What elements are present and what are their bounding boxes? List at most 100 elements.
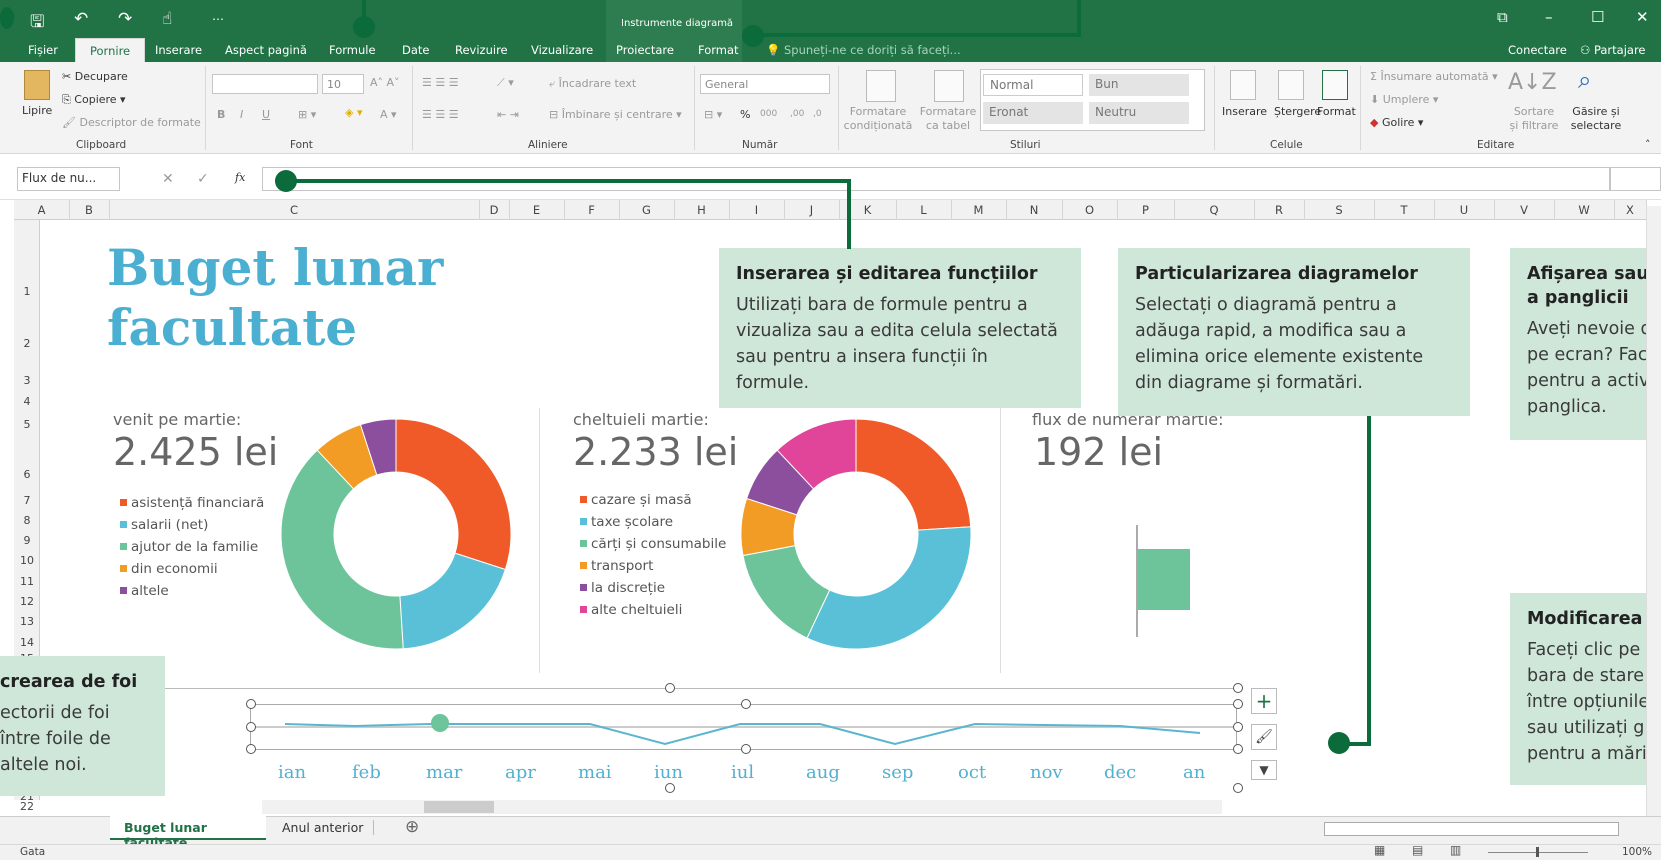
column-header[interactable]: O: [1075, 203, 1105, 217]
align-top-icon[interactable]: ☰ ☰ ☰: [422, 76, 459, 89]
row-header[interactable]: 12: [14, 595, 40, 608]
resize-handle[interactable]: [1233, 722, 1243, 732]
save-icon[interactable]: 🖫: [30, 9, 44, 38]
name-box[interactable]: Flux de nu...: [17, 167, 120, 191]
expenses-donut-chart[interactable]: [740, 418, 972, 650]
insert-cells-button[interactable]: Inserare: [1222, 105, 1267, 118]
resize-handle[interactable]: [246, 699, 256, 709]
comma-button[interactable]: 000: [760, 109, 777, 119]
view-normal-icon[interactable]: ▦: [1374, 843, 1385, 857]
number-format-combo[interactable]: General: [700, 74, 830, 94]
style-bad[interactable]: Eronat: [983, 102, 1083, 124]
wrap-text-button[interactable]: ⤶ Încadrare text: [549, 77, 636, 91]
tab-file[interactable]: Fișier: [28, 43, 58, 57]
decrease-decimal-button[interactable]: ,0: [813, 109, 822, 119]
row-header[interactable]: 22: [14, 800, 40, 813]
fill-color-icon[interactable]: ◈ ▾: [345, 106, 362, 119]
tab-insert[interactable]: Inserare: [155, 43, 202, 57]
chart-styles-button[interactable]: 🖌: [1251, 724, 1277, 750]
resize-handle[interactable]: [1233, 783, 1243, 793]
column-header[interactable]: F: [577, 203, 607, 217]
tab-design[interactable]: Proiectare: [616, 43, 674, 57]
column-header[interactable]: B: [74, 203, 104, 217]
font-color-icon[interactable]: A ▾: [380, 108, 397, 121]
column-header[interactable]: J: [797, 203, 827, 217]
column-header[interactable]: T: [1389, 203, 1419, 217]
tell-me-search[interactable]: 💡 Spuneți-ne ce doriți să faceți...: [766, 43, 961, 57]
tab-view[interactable]: Vizualizare: [531, 43, 593, 57]
row-header[interactable]: 4: [14, 395, 40, 408]
column-header[interactable]: W: [1569, 203, 1599, 217]
cut-button[interactable]: ✂ Decupare: [62, 70, 128, 83]
column-header[interactable]: X: [1615, 203, 1645, 217]
resize-handle[interactable]: [665, 783, 675, 793]
sheet-hscroll[interactable]: [1324, 822, 1619, 836]
delete-cells-button[interactable]: Ștergere: [1274, 105, 1321, 118]
merge-center-button[interactable]: ⊟ Îmbinare și centrare ▾: [549, 108, 682, 121]
column-header[interactable]: M: [964, 203, 994, 217]
row-header[interactable]: 1: [14, 285, 40, 298]
copy-button[interactable]: ⎘ Copiere ▾: [62, 93, 126, 107]
resize-handle[interactable]: [1233, 699, 1243, 709]
chart-filters-button[interactable]: ▼: [1251, 760, 1277, 780]
undo-icon[interactable]: ↶: [74, 9, 88, 29]
cashflow-bar[interactable]: [1138, 549, 1190, 610]
customize-qat-icon[interactable]: ⋯: [212, 12, 224, 26]
percent-button[interactable]: %: [740, 108, 750, 121]
income-donut-chart[interactable]: [280, 418, 512, 650]
underline-button[interactable]: U: [262, 108, 270, 121]
enter-formula-icon[interactable]: ✓: [197, 171, 209, 187]
touch-mode-icon[interactable]: ☝: [162, 9, 172, 29]
column-header[interactable]: C: [279, 203, 309, 217]
sheet-tab-active[interactable]: Buget lunar facultate: [110, 816, 266, 850]
sheet-tab-previous-year[interactable]: Anul anterior: [272, 820, 375, 835]
collapse-ribbon-icon[interactable]: ˄: [1645, 138, 1651, 151]
donut-slice[interactable]: [855, 418, 972, 531]
ribbon-display-options-icon[interactable]: ⧉: [1497, 8, 1508, 26]
redo-icon[interactable]: ↷: [118, 9, 132, 29]
conditional-formatting-button[interactable]: Formatare condiționată: [842, 105, 914, 133]
column-header[interactable]: L: [909, 203, 939, 217]
italic-button[interactable]: I: [240, 108, 243, 121]
row-header[interactable]: 3: [14, 374, 40, 387]
style-neutral[interactable]: Neutru: [1089, 102, 1189, 124]
donut-slice[interactable]: [280, 449, 404, 650]
donut-slice[interactable]: [806, 526, 972, 650]
row-header[interactable]: 6: [14, 468, 40, 481]
style-normal[interactable]: Normal: [983, 74, 1083, 96]
align-left-icon[interactable]: ☰ ☰ ☰: [422, 108, 459, 121]
style-good[interactable]: Bun: [1089, 74, 1189, 96]
column-header[interactable]: H: [687, 203, 717, 217]
column-header[interactable]: V: [1509, 203, 1539, 217]
resize-handle[interactable]: [1233, 744, 1243, 754]
orientation-icon[interactable]: ⟋ ▾: [497, 76, 514, 90]
share-button[interactable]: ⚇ Partajare: [1580, 43, 1646, 57]
horizontal-scrollbar[interactable]: [262, 800, 1222, 814]
column-header[interactable]: P: [1131, 203, 1161, 217]
view-page-break-icon[interactable]: ▥: [1450, 843, 1461, 857]
row-header[interactable]: 2: [14, 337, 40, 350]
column-header[interactable]: Q: [1199, 203, 1229, 217]
resize-handle[interactable]: [741, 744, 751, 754]
column-header[interactable]: D: [479, 203, 509, 217]
sort-filter-button[interactable]: Sortare și filtrare: [1508, 105, 1560, 133]
row-header[interactable]: 9: [14, 534, 40, 547]
minimize-button[interactable]: –: [1545, 8, 1553, 26]
paste-button[interactable]: Lipire: [22, 104, 52, 117]
fill-button[interactable]: ⬇ Umplere ▾: [1370, 93, 1438, 106]
donut-slice[interactable]: [395, 418, 512, 571]
resize-handle[interactable]: [1233, 683, 1243, 693]
scroll-thumb[interactable]: [424, 801, 494, 813]
row-header[interactable]: 10: [14, 554, 40, 567]
autosum-button[interactable]: Σ Însumare automată ▾: [1370, 70, 1498, 83]
add-sheet-button[interactable]: ⊕: [405, 817, 419, 837]
tab-page-layout[interactable]: Aspect pagină: [225, 43, 307, 57]
row-header[interactable]: 11: [14, 575, 40, 588]
sign-in-link[interactable]: Conectare: [1508, 43, 1567, 57]
tab-format[interactable]: Format: [698, 43, 739, 57]
tab-data[interactable]: Date: [402, 43, 430, 57]
clear-button[interactable]: ◆ Golire ▾: [1370, 116, 1423, 129]
indent-icon[interactable]: ⇤ ⇥: [497, 108, 519, 121]
column-header[interactable]: K: [853, 203, 883, 217]
column-header[interactable]: R: [1264, 203, 1294, 217]
